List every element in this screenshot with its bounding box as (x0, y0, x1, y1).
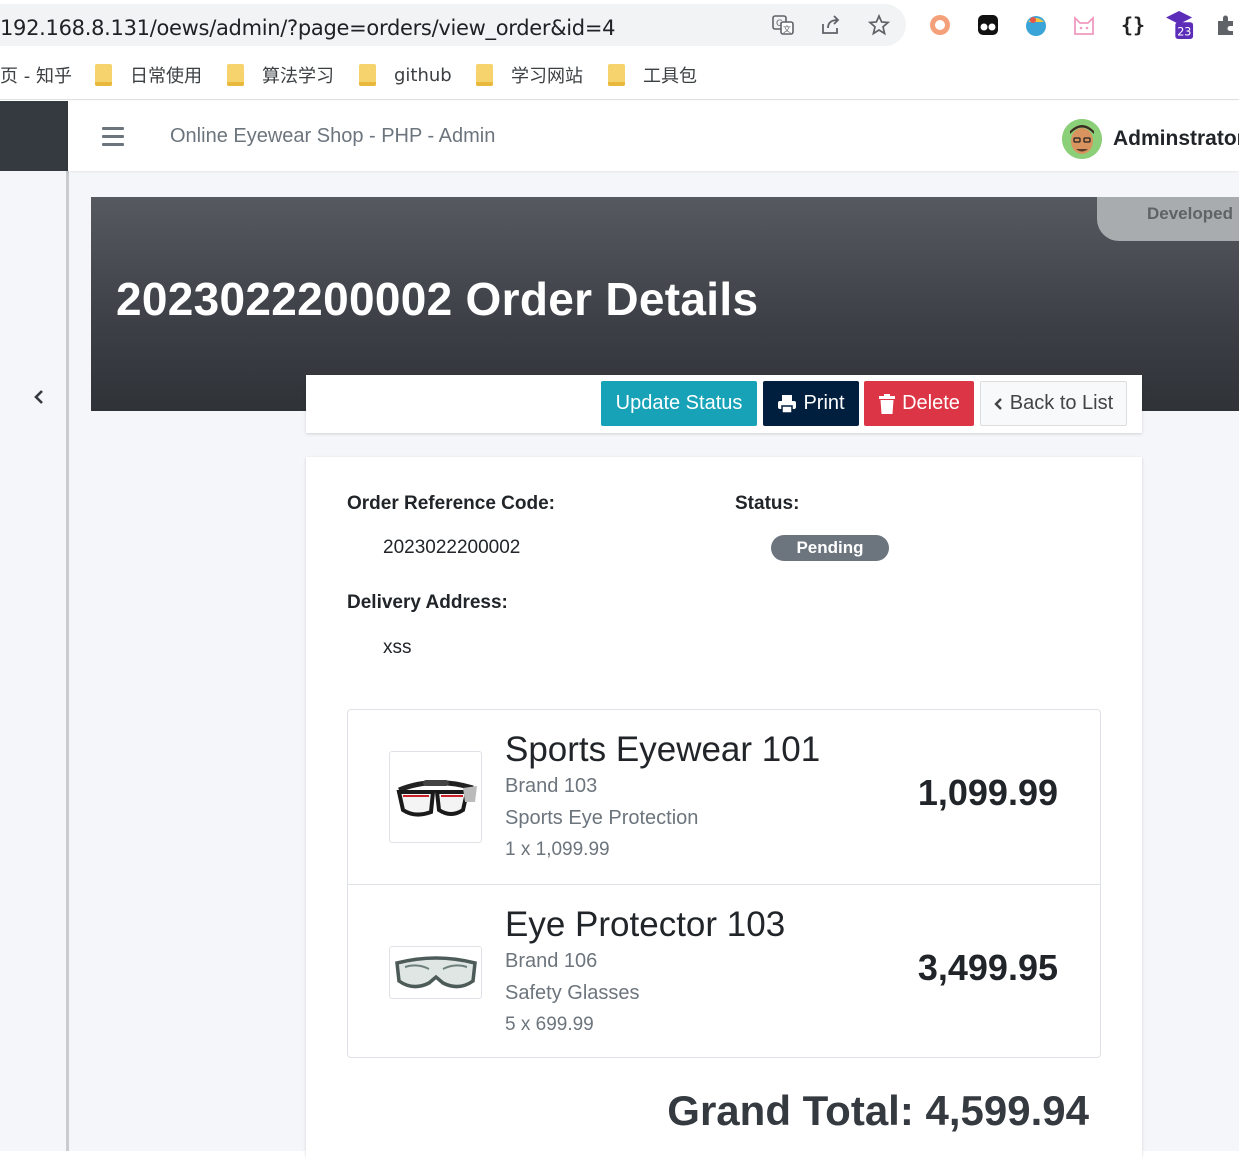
page-title: 2023022200002 Order Details (116, 273, 759, 325)
sidebar-brand (0, 101, 68, 171)
delivery-address-value: xss (383, 637, 412, 658)
folder-icon (359, 64, 376, 86)
print-icon (777, 394, 797, 414)
graduation-extension-icon[interactable]: 23 (1166, 11, 1194, 39)
bookmark-folder-learning-sites[interactable]: 学习网站 (476, 62, 583, 88)
delete-label: Delete (902, 392, 960, 414)
chevron-left-icon[interactable] (28, 386, 50, 408)
bookmark-folder-daily[interactable]: 日常使用 (95, 62, 202, 88)
product-category: Sports Eye Protection (505, 807, 699, 829)
bookmark-label: 页 - 知乎 (0, 66, 72, 87)
glasses-extension-icon[interactable] (974, 11, 1002, 39)
folder-icon (476, 64, 493, 86)
avatar[interactable] (1062, 119, 1102, 159)
user-name[interactable]: Adminstrator (1113, 127, 1239, 151)
bookmark-folder-algorithms[interactable]: 算法学习 (227, 62, 334, 88)
print-label: Print (803, 392, 845, 414)
ref-code-value: 2023022200002 (383, 537, 521, 558)
trash-icon (878, 393, 896, 414)
order-items-list: Sports Eyewear 101 Brand 103 Sports Eye … (347, 709, 1101, 1058)
site-title[interactable]: Online Eyewear Shop - PHP - Admin (170, 125, 495, 148)
delivery-address-label: Delivery Address: (347, 592, 508, 613)
developed-label: Developed (1147, 204, 1233, 223)
chevron-left-icon (994, 397, 1004, 411)
url-text[interactable]: 192.168.8.131/oews/admin/?page=orders/vi… (0, 16, 616, 40)
bookmark-label: 日常使用 (130, 66, 202, 87)
bookmark-label: 学习网站 (511, 66, 583, 87)
action-toolbar: Update Status Print Delete Back to List (306, 375, 1142, 433)
update-status-button[interactable]: Update Status (601, 381, 757, 426)
json-extension-icon[interactable]: {} (1118, 11, 1146, 39)
product-line-total: 3,499.95 (917, 947, 1058, 988)
bookmark-folder-github[interactable]: github (359, 62, 452, 88)
globe-extension-icon[interactable] (1022, 11, 1050, 39)
svg-text:{}: {} (1121, 13, 1145, 37)
grand-total: Grand Total: 4,599.94 (667, 1087, 1089, 1134)
product-image (389, 751, 482, 843)
list-item: Eye Protector 103 Brand 106 Safety Glass… (348, 884, 1100, 1058)
status-label: Status: (735, 493, 800, 514)
status-badge: Pending (771, 535, 889, 561)
folder-icon (95, 64, 112, 86)
svg-text:文: 文 (783, 24, 791, 34)
bookmarks-bar: 页 - 知乎 日常使用 算法学习 github 学习网站 工具包 (0, 50, 1239, 100)
folder-icon (227, 64, 244, 86)
puzzle-extension-icon[interactable] (1212, 11, 1239, 39)
product-name: Eye Protector 103 (505, 905, 786, 944)
translate-icon[interactable]: G文 (770, 12, 796, 38)
ring-extension-icon[interactable] (926, 11, 954, 39)
update-status-label: Update Status (615, 392, 743, 414)
product-quantity-price: 5 x 699.99 (505, 1014, 594, 1035)
back-to-list-button[interactable]: Back to List (980, 381, 1127, 426)
bookmark-zhihu[interactable]: 页 - 知乎 (0, 62, 72, 88)
ref-code-label: Order Reference Code: (347, 493, 556, 514)
print-button[interactable]: Print (763, 381, 859, 426)
share-icon[interactable] (818, 12, 844, 38)
sidebar-collapsed (0, 171, 68, 1151)
menu-toggle-icon[interactable] (102, 127, 124, 147)
bookmark-label: 工具包 (643, 66, 697, 87)
order-details-card: Order Reference Code: 2023022200002 Stat… (306, 457, 1142, 1157)
delete-button[interactable]: Delete (864, 381, 974, 426)
back-to-list-label: Back to List (1009, 392, 1114, 414)
svg-text:23: 23 (1177, 25, 1191, 38)
list-item: Sports Eyewear 101 Brand 103 Sports Eye … (348, 710, 1100, 884)
bookmark-label: 算法学习 (262, 66, 334, 87)
product-brand: Brand 103 (505, 775, 598, 797)
star-icon[interactable] (866, 12, 892, 38)
bookmark-label: github (394, 64, 452, 86)
top-navbar: Online Eyewear Shop - PHP - Admin Admins… (68, 101, 1239, 171)
product-quantity-price: 1 x 1,099.99 (505, 839, 610, 860)
product-line-total: 1,099.99 (917, 772, 1058, 813)
cat-extension-icon[interactable] (1070, 11, 1098, 39)
folder-icon (608, 64, 625, 86)
browser-toolbar: 192.168.8.131/oews/admin/?page=orders/vi… (0, 0, 1239, 50)
product-name: Sports Eyewear 101 (505, 730, 821, 769)
product-brand: Brand 106 (505, 950, 598, 972)
product-category: Safety Glasses (505, 982, 640, 1004)
bookmark-folder-tools[interactable]: 工具包 (608, 62, 697, 88)
product-image (389, 946, 482, 999)
